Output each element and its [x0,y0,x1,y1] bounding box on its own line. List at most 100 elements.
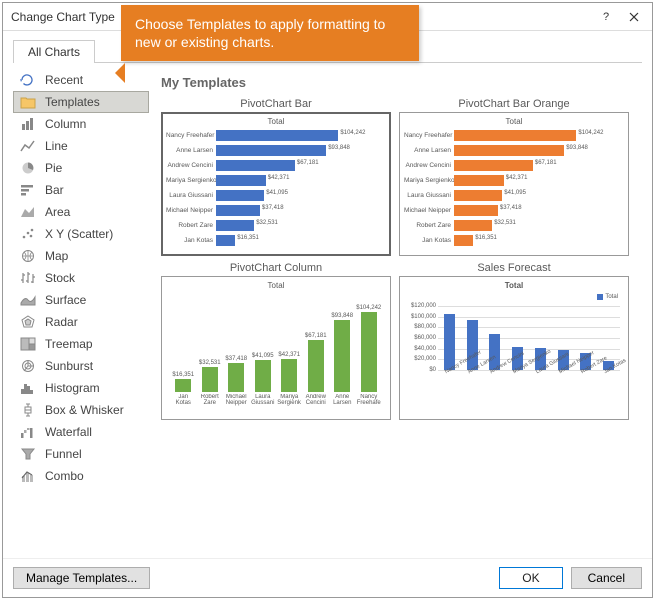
template-item[interactable]: PivotChart Bar Orange Total Nancy Freeha… [399,98,629,256]
bar-value-label: $37,418 [260,205,284,211]
y-axis-label: $40,000 [404,346,436,352]
bar-row: Laura Giussani$41,095 [404,188,624,203]
chart-legend-label: Total [605,294,618,300]
templates-heading: My Templates [161,75,642,90]
template-title: PivotChart Bar Orange [399,98,629,110]
y-axis-label: $60,000 [404,335,436,341]
x-axis-label: Michael Neipper [558,365,583,396]
column-value-label: $32,531 [199,360,221,366]
x-axis-label: Jan Kotas [603,365,628,396]
sidebar-item-combo[interactable]: Combo [13,465,149,487]
histogram-icon [19,380,37,396]
bar-row: Anne Larsen$93,848 [404,143,624,158]
bar-value-label: $16,351 [473,235,497,241]
y-axis-label: $20,000 [404,356,436,362]
bar-value-label: $41,095 [264,190,288,196]
change-chart-type-dialog: Choose Templates to apply formatting to … [2,2,653,598]
pie-icon [19,160,37,176]
template-item[interactable]: PivotChart Bar Total Nancy Freehafer$104… [161,98,391,256]
help-button[interactable]: ? [592,6,620,28]
bar-value-label: $32,531 [254,220,278,226]
bar-row: Jan Kotas$16,351 [166,233,386,248]
column-bar [308,340,324,392]
bar [216,235,235,246]
column-bar [202,367,218,392]
column-category-label: Laura Giussani [251,394,275,414]
bar-category-label: Anne Larsen [404,147,454,154]
chart-legend: Total [597,294,618,300]
chart-subtitle: Total [404,281,624,290]
column-value-label: $67,181 [305,333,327,339]
sidebar-item-stock[interactable]: Stock [13,267,149,289]
sidebar-item-bar[interactable]: Bar [13,179,149,201]
template-item[interactable]: Sales Forecast Total Total Nancy Freehaf… [399,262,629,420]
bar-row: Nancy Freehafer$104,242 [166,128,386,143]
column-bar [334,320,350,392]
sidebar-item-x-y-scatter-[interactable]: X Y (Scatter) [13,223,149,245]
tab-all-charts[interactable]: All Charts [13,40,95,63]
column-bar [175,379,191,392]
column-item: $37,418 [224,356,248,392]
column-value-label: $37,418 [225,356,247,362]
chart-subtitle: Total [166,117,386,126]
sidebar-item-histogram[interactable]: Histogram [13,377,149,399]
sidebar-item-label: Stock [45,271,75,285]
sidebar-item-waterfall[interactable]: Waterfall [13,421,149,443]
bar [454,220,492,231]
treemap-icon [19,336,37,352]
bar [216,130,338,141]
ok-button[interactable]: OK [499,567,562,589]
sidebar-item-column[interactable]: Column [13,113,149,135]
bar [454,190,502,201]
bar-category-label: Laura Giussani [404,192,454,199]
column-value-label: $16,351 [172,372,194,378]
x-axis-label: Anne Larsen [467,365,492,396]
radar-icon [19,314,37,330]
y-axis-label: $0 [404,367,436,373]
sidebar-item-radar[interactable]: Radar [13,311,149,333]
sidebar-item-funnel[interactable]: Funnel [13,443,149,465]
column-item: $16,351 [171,372,195,392]
column-value-label: $41,095 [252,353,274,359]
sidebar-item-label: Combo [45,469,84,483]
sidebar-item-map[interactable]: Map [13,245,149,267]
column-value-label: $42,371 [278,352,300,358]
bar [216,190,264,201]
sidebar-item-label: Radar [45,315,78,329]
bar [454,205,498,216]
sidebar-item-treemap[interactable]: Treemap [13,333,149,355]
sidebar-item-area[interactable]: Area [13,201,149,223]
sidebar-item-templates[interactable]: Templates [13,91,149,113]
chart-subtitle: Total [166,281,386,290]
sunburst-icon [19,358,37,374]
x-axis-label: Mariya Sergienko [512,365,537,396]
close-button[interactable] [620,6,648,28]
bar [216,145,326,156]
bar-chart: Nancy Freehafer$104,242Anne Larsen$93,84… [166,128,386,248]
bar-value-label: $32,531 [492,220,516,226]
sidebar-item-line[interactable]: Line [13,135,149,157]
sidebar-item-recent[interactable]: Recent [13,69,149,91]
sidebar-item-label: Recent [45,73,83,87]
sidebar-item-box-whisker[interactable]: Box & Whisker [13,399,149,421]
bar-row: Jan Kotas$16,351 [404,233,624,248]
template-item[interactable]: PivotChart Column Total $16,351$32,531$3… [161,262,391,420]
bar [216,220,254,231]
templates-panel: My Templates PivotChart Bar Total Nancy … [149,63,642,550]
y-axis-label: $100,000 [404,314,436,320]
column-value-label: $93,848 [331,313,353,319]
sidebar-item-label: Line [45,139,68,153]
manage-templates-button[interactable]: Manage Templates... [13,567,150,589]
template-thumbnail: Total Nancy Freehafer$104,242Anne Larsen… [161,112,391,256]
sidebar-item-pie[interactable]: Pie [13,157,149,179]
cancel-button[interactable]: Cancel [571,567,642,589]
sidebar-item-surface[interactable]: Surface [13,289,149,311]
box-whisker-icon [19,402,37,418]
sidebar-item-label: Waterfall [45,425,92,439]
sidebar-item-label: X Y (Scatter) [45,227,113,241]
bar-category-label: Laura Giussani [166,192,216,199]
bar-row: Robert Zare$32,531 [404,218,624,233]
sidebar-item-sunburst[interactable]: Sunburst [13,355,149,377]
stock-icon [19,270,37,286]
content-area: Recent TemplatesColumn Line PieBarArea X Y (… [13,63,642,550]
